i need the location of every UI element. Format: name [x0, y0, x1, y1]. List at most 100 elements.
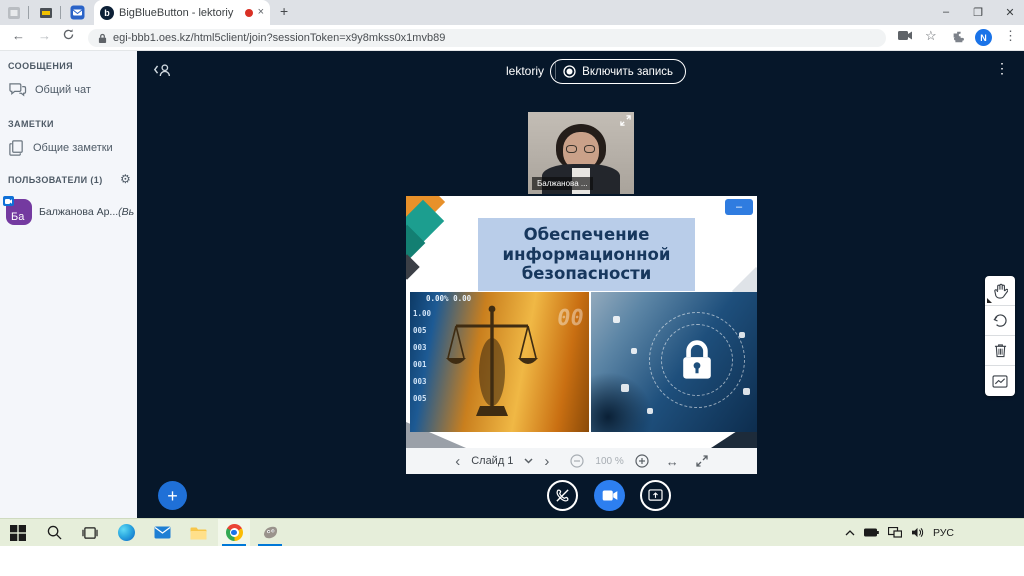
join-audio-button[interactable]	[547, 480, 578, 511]
bbb-sidebar: СООБЩЕНИЯ Общий чат ЗАМЕТКИ Общие заметк…	[0, 51, 137, 518]
zoom-in-button[interactable]	[635, 454, 649, 468]
browser-toolbar: ← → egi-bbb1.oes.kz/html5client/join?ses…	[0, 25, 1024, 51]
new-tab-button[interactable]: +	[280, 3, 288, 19]
user-avatar: Ба	[6, 199, 32, 225]
slide-title-line: безопасности	[522, 264, 652, 283]
slide-title-line: Обеспечение	[524, 225, 650, 244]
notes-section-header: ЗАМЕТКИ	[8, 119, 54, 129]
active-tab[interactable]: b BigBlueButton - lektoriy ×	[94, 0, 270, 25]
shared-notes-item[interactable]: Общие заметки	[8, 139, 113, 157]
padlock-icon	[674, 336, 720, 386]
browser-menu-kebab-icon[interactable]: ⋮	[1004, 28, 1017, 44]
gimp-taskbar-icon[interactable]	[254, 519, 286, 546]
edge-icon[interactable]	[110, 519, 142, 546]
tray-network-icon[interactable]	[888, 527, 902, 538]
reload-button[interactable]	[62, 28, 75, 41]
pinned-tab-page-icon[interactable]	[37, 4, 54, 21]
back-button[interactable]: ←	[12, 28, 25, 43]
profile-avatar[interactable]: N	[975, 29, 992, 46]
tray-battery-icon[interactable]	[864, 528, 879, 537]
video-camera-icon	[602, 490, 618, 501]
window-minimize-button[interactable]: –	[932, 0, 960, 24]
bookmark-star-icon[interactable]: ☆	[925, 28, 937, 44]
notes-pages-icon	[8, 139, 25, 157]
users-settings-gear-icon[interactable]: ⚙	[120, 173, 131, 185]
slide-title-line: информационной	[503, 245, 671, 264]
toggle-userlist-icon[interactable]	[153, 62, 173, 79]
start-button[interactable]	[2, 519, 34, 546]
options-kebab-icon[interactable]: ⋮	[995, 60, 1009, 77]
url-bar[interactable]: egi-bbb1.oes.kz/html5client/join?session…	[88, 29, 886, 47]
bbb-header: lektoriy Включить запись ⋮	[137, 51, 1024, 91]
lock-icon	[98, 33, 107, 44]
bbb-favicon: b	[100, 6, 114, 20]
forward-button[interactable]: →	[38, 28, 51, 43]
slide-image-justice: 0.00% 0.00 1.00 005 003 001 003 005 00	[410, 292, 589, 432]
task-view-icon[interactable]	[74, 519, 106, 546]
fit-width-button[interactable]: ↔	[666, 455, 679, 468]
user-list-item[interactable]: Ба Балжанова Ар...(Вы)	[6, 199, 134, 225]
webcam-share-button[interactable]	[594, 480, 625, 511]
pan-hand-tool-button[interactable]	[985, 276, 1015, 306]
file-explorer-icon[interactable]	[182, 519, 214, 546]
webcam-fullscreen-icon[interactable]	[620, 115, 631, 126]
whiteboard-toolbar	[985, 276, 1015, 396]
chat-bubbles-icon	[8, 81, 27, 98]
media-camera-icon[interactable]	[898, 30, 913, 41]
pinned-tab-grid-icon[interactable]	[5, 4, 22, 21]
mail-icon[interactable]	[146, 519, 178, 546]
presentation-area: – Обеспечение информационной безопасност…	[406, 196, 757, 474]
tab-separator	[60, 6, 61, 19]
slide-dropdown-chevron-icon[interactable]	[524, 458, 533, 464]
fullscreen-button[interactable]	[696, 455, 708, 467]
previous-slide-button[interactable]: ‹	[455, 454, 460, 469]
slide-title-box: Обеспечение информационной безопасности	[478, 218, 695, 291]
slide[interactable]: – Обеспечение информационной безопасност…	[406, 196, 757, 448]
pinned-tab-mail-icon[interactable]	[69, 4, 86, 21]
tray-volume-icon[interactable]	[911, 527, 924, 538]
user-webcam-badge-icon	[3, 196, 14, 206]
bbb-main-area: lektoriy Включить запись ⋮	[137, 51, 1024, 518]
next-slide-button[interactable]: ›	[544, 454, 549, 469]
start-recording-button[interactable]: Включить запись	[550, 59, 686, 84]
screenshare-button[interactable]	[640, 480, 671, 511]
language-indicator[interactable]: РУС	[933, 527, 954, 539]
user-initials: Ба	[11, 211, 24, 223]
slide-decoration	[406, 254, 420, 279]
windows-taskbar: РУС	[0, 518, 1024, 546]
stock-numbers-column: 1.00 005 003 001 003 005	[413, 305, 431, 407]
minimize-presentation-button[interactable]: –	[725, 199, 753, 215]
record-icon	[563, 65, 576, 78]
zoom-value: 100 %	[595, 456, 623, 467]
browser-tab-strip: b BigBlueButton - lektoriy × + – ❐ ✕	[0, 0, 1024, 25]
screen: b BigBlueButton - lektoriy × + – ❐ ✕ ← →…	[0, 0, 1024, 576]
actions-plus-button[interactable]: +	[158, 481, 187, 510]
taskbar-search-icon[interactable]	[38, 519, 70, 546]
public-chat-label: Общий чат	[35, 84, 91, 96]
window-maximize-button[interactable]: ❐	[964, 0, 992, 24]
zoom-out-button[interactable]	[570, 454, 584, 468]
public-chat-item[interactable]: Общий чат	[8, 81, 91, 98]
tab-recording-indicator-icon	[245, 9, 253, 17]
window-close-button[interactable]: ✕	[996, 0, 1024, 24]
bottom-empty-strip	[0, 546, 1024, 576]
webcam-tile[interactable]: Балжанова ...	[528, 112, 634, 194]
clear-annotations-trash-button[interactable]	[985, 336, 1015, 366]
webcam-name-label: Балжанова ...	[532, 177, 593, 190]
undo-button[interactable]	[985, 306, 1015, 336]
tray-chevron-up-icon[interactable]	[845, 530, 855, 536]
multiuser-whiteboard-button[interactable]	[985, 366, 1015, 396]
bbb-app: СООБЩЕНИЯ Общий чат ЗАМЕТКИ Общие заметк…	[0, 51, 1024, 518]
slide-control-bar: ‹ Слайд 1 › 100 % ↔	[406, 448, 757, 474]
users-section-header: ПОЛЬЗОВАТЕЛИ (1)	[8, 175, 103, 185]
system-tray: РУС	[845, 519, 954, 546]
tab-title: BigBlueButton - lektoriy	[119, 7, 240, 19]
url-text: egi-bbb1.oes.kz/html5client/join?session…	[113, 32, 445, 44]
slide-number-label[interactable]: Слайд 1	[471, 455, 513, 467]
tab-close-icon[interactable]: ×	[258, 7, 264, 18]
extensions-puzzle-icon[interactable]	[951, 30, 965, 44]
chrome-taskbar-icon[interactable]	[218, 519, 250, 546]
user-name: Балжанова Ар...(Вы)	[39, 206, 134, 218]
tab-separator	[28, 6, 29, 19]
ghost-numbers: 00	[555, 306, 585, 331]
